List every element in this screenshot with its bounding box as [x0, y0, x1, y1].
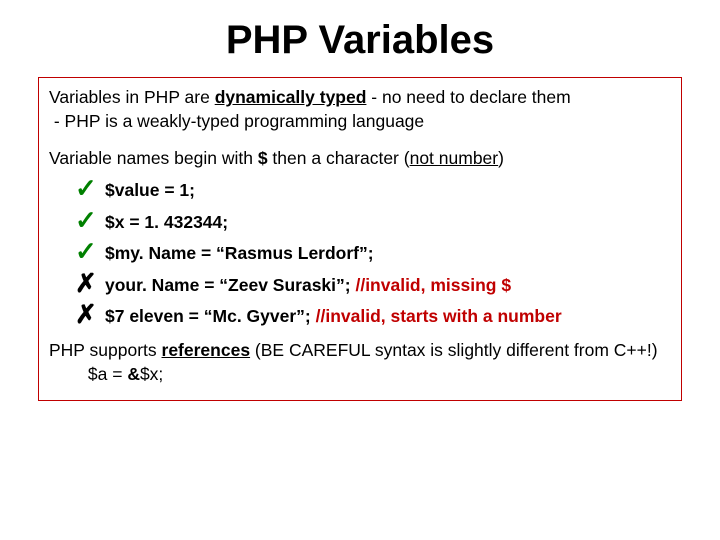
item-text: $x = 1. 432344; [105, 209, 228, 235]
item-text: your. Name = “Zeev Suraski”; //invalid, … [105, 272, 511, 298]
paragraph-2: Variable names begin with $ then a chara… [49, 147, 671, 171]
text: $a = [49, 364, 127, 384]
text: your. Name = “Zeev Suraski”; [105, 275, 355, 295]
underline-text: references [162, 340, 251, 360]
paragraph-3: PHP supports references (BE CAREFUL synt… [49, 339, 671, 386]
list-item: ✓ $value = 1; [75, 177, 671, 203]
text: then a character ( [268, 148, 410, 168]
comment-text: //invalid, starts with a number [316, 306, 562, 326]
text: ) [498, 148, 504, 168]
item-text: $value = 1; [105, 177, 195, 203]
paragraph-1: Variables in PHP are dynamically typed -… [49, 86, 671, 133]
text: $x; [140, 364, 163, 384]
text: $ [258, 148, 268, 168]
text: $7 eleven = “Mc. Gyver”; [105, 306, 316, 326]
text: - PHP is a weakly-typed programming lang… [49, 111, 424, 131]
slide: PHP Variables Variables in PHP are dynam… [0, 0, 720, 540]
slide-title: PHP Variables [0, 18, 720, 63]
text: PHP supports [49, 340, 162, 360]
text: Variable names begin with [49, 148, 258, 168]
list-item: ✗ your. Name = “Zeev Suraski”; //invalid… [75, 272, 671, 298]
list-item: ✓ $my. Name = “Rasmus Lerdorf”; [75, 240, 671, 266]
example-list: ✓ $value = 1; ✓ $x = 1. 432344; ✓ $my. N… [49, 177, 671, 329]
list-item: ✗ $7 eleven = “Mc. Gyver”; //invalid, st… [75, 303, 671, 329]
check-icon: ✓ [75, 209, 105, 231]
text: - no need to declare them [366, 87, 570, 107]
text: Variables in PHP are [49, 87, 215, 107]
comment-text: //invalid, missing $ [355, 275, 511, 295]
item-text: $my. Name = “Rasmus Lerdorf”; [105, 240, 374, 266]
check-icon: ✓ [75, 177, 105, 199]
cross-icon: ✗ [75, 272, 105, 294]
list-item: ✓ $x = 1. 432344; [75, 209, 671, 235]
text: (BE CAREFUL syntax is slightly different… [250, 340, 658, 360]
underline-text: dynamically typed [215, 87, 367, 107]
underline-text: not number [410, 148, 499, 168]
cross-icon: ✗ [75, 303, 105, 325]
text: & [127, 364, 140, 384]
check-icon: ✓ [75, 240, 105, 262]
item-text: $7 eleven = “Mc. Gyver”; //invalid, star… [105, 303, 562, 329]
content-box: Variables in PHP are dynamically typed -… [38, 77, 682, 401]
